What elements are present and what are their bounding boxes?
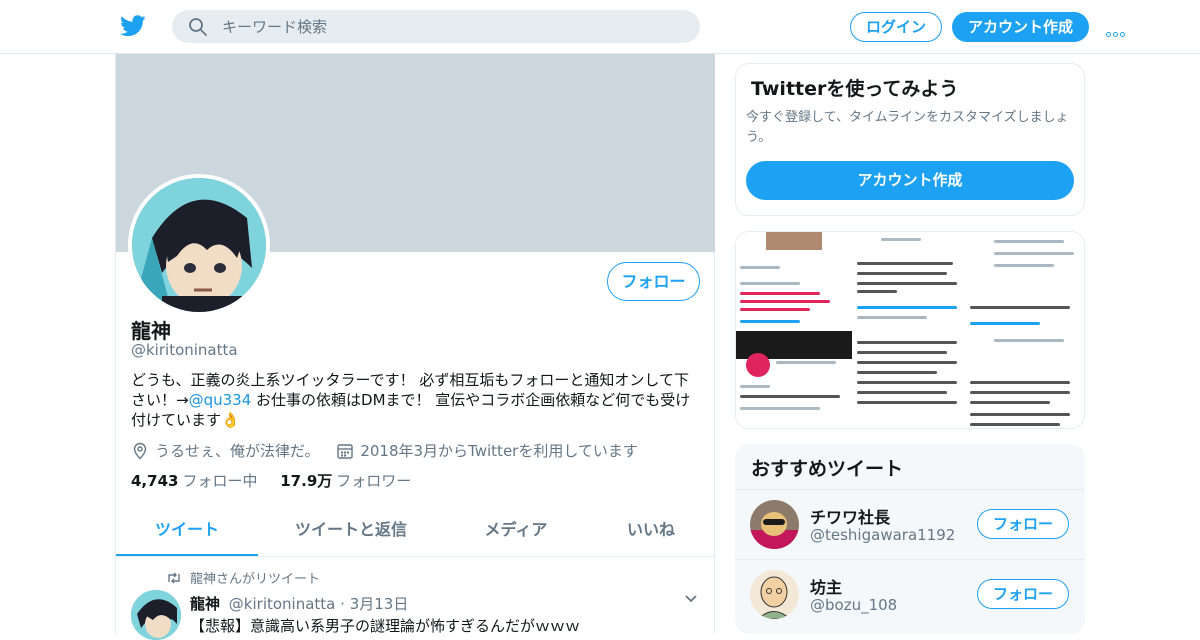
recommended-users: おすすめツイート チワワ社長 @teshigawara1192 フォロー 坊主 … [735, 444, 1085, 634]
user-name: 坊主 [810, 578, 843, 597]
user-handle: @teshigawara1192 [810, 526, 956, 544]
more-options-icon[interactable] [1106, 22, 1130, 37]
signup-button[interactable]: アカウント作成 [952, 12, 1089, 42]
media-thumb[interactable] [736, 331, 852, 428]
avatar-illustration [132, 178, 266, 312]
joined-text: 2018年3月からTwitterを利用しています [360, 442, 638, 460]
following-stat[interactable]: 4,743 フォロー中 [131, 472, 257, 490]
tweet-item[interactable]: 龍神さんがリツイート 龍神 @kiritoninatta · 3月13日 【悲報… [116, 558, 715, 640]
bio-mention-link[interactable]: @qu334 [189, 391, 252, 409]
profile-handle: @kiritoninatta [131, 341, 238, 359]
media-thumb[interactable] [853, 331, 965, 428]
login-button[interactable]: ログイン [850, 12, 942, 42]
profile-location: うるせぇ、俺が法律だ。 [131, 440, 320, 461]
followers-count: 17.9万 [280, 472, 333, 490]
media-thumb[interactable] [736, 232, 852, 330]
signup-card: Twitterを使ってみよう 今すぐ登録して、タイムラインをカスタマイズしましょ… [735, 63, 1085, 216]
tweet-date[interactable]: · 3月13日 [340, 595, 408, 613]
tab-tweets[interactable]: ツイート [116, 504, 258, 556]
profile-name: 龍神 [131, 319, 171, 343]
following-count: 4,743 [131, 472, 179, 490]
tweet-text: 【悲報】意識高い系男子の謎理論が怖すぎるんだがｗｗｗ [190, 617, 581, 635]
retweet-note: 龍神さんがリツイート [166, 568, 320, 587]
followers-label: フォロワー [336, 472, 412, 490]
followers-stat[interactable]: 17.9万 フォロワー [280, 472, 411, 490]
tweet-author-name[interactable]: 龍神 [190, 595, 220, 613]
follow-button[interactable]: フォロー [607, 262, 700, 301]
profile-column: フォロー 龍神 @kiritoninatta どうも、正義の炎上系ツイッタラーで… [115, 54, 715, 640]
chevron-down-icon[interactable] [684, 594, 698, 604]
media-thumb[interactable] [966, 331, 1084, 428]
tweet-header: 龍神 @kiritoninatta · 3月13日 [190, 593, 408, 614]
tab-likes[interactable]: いいね [606, 504, 696, 556]
user-name: チワワ社長 [810, 508, 891, 527]
media-grid[interactable] [735, 231, 1085, 429]
profile-meta: うるせぇ、俺が法律だ。 2018年3月からTwitterを利用しています [131, 440, 650, 464]
user-handle: @bozu_108 [810, 596, 898, 614]
tweet-avatar[interactable] [131, 590, 181, 640]
signup-card-title: Twitterを使ってみよう [751, 78, 959, 100]
tweet-author-handle: @kiritoninatta [228, 595, 336, 613]
recommended-user[interactable]: チワワ社長 @teshigawara1192 フォロー [735, 489, 1085, 559]
search-icon [189, 18, 207, 36]
signup-card-description: 今すぐ登録して、タイムラインをカスタマイズしましょう。 [746, 110, 1069, 145]
twitter-bird-icon[interactable] [120, 14, 146, 38]
media-thumb[interactable] [853, 232, 965, 330]
location-text: うるせぇ、俺が法律だ。 [155, 442, 320, 460]
recommended-title: おすすめツイート [751, 458, 904, 480]
user-avatar[interactable] [750, 570, 799, 619]
profile-bio: どうも、正義の炎上系ツイッタラーです！ 必ず相互垢もフォローと通知オンして下さい… [131, 370, 701, 430]
search-input[interactable] [222, 10, 682, 43]
retweet-icon [168, 572, 180, 583]
follow-button[interactable]: フォロー [977, 579, 1069, 609]
location-pin-icon [133, 442, 147, 459]
tab-tweets-and-replies[interactable]: ツイートと返信 [276, 504, 426, 556]
search-box[interactable] [172, 10, 700, 43]
retweet-note-text: 龍神さんがリツイート [190, 572, 321, 587]
following-label: フォロー中 [182, 472, 258, 490]
profile-joined: 2018年3月からTwitterを利用しています [336, 440, 638, 461]
media-thumb[interactable] [966, 232, 1084, 330]
profile-tabs: ツイート ツイートと返信 メディア いいね [116, 504, 715, 557]
top-navigation-bar: ログイン アカウント作成 [0, 0, 1200, 54]
user-avatar[interactable] [750, 500, 799, 549]
signup-card-button[interactable]: アカウント作成 [746, 161, 1074, 200]
profile-avatar[interactable] [128, 174, 270, 316]
profile-stats: 4,743 フォロー中 17.9万 フォロワー [131, 470, 429, 491]
tab-media[interactable]: メディア [466, 504, 566, 556]
follow-button[interactable]: フォロー [977, 509, 1069, 539]
recommended-user[interactable]: 坊主 @bozu_108 フォロー [735, 559, 1085, 629]
calendar-icon [337, 443, 354, 459]
